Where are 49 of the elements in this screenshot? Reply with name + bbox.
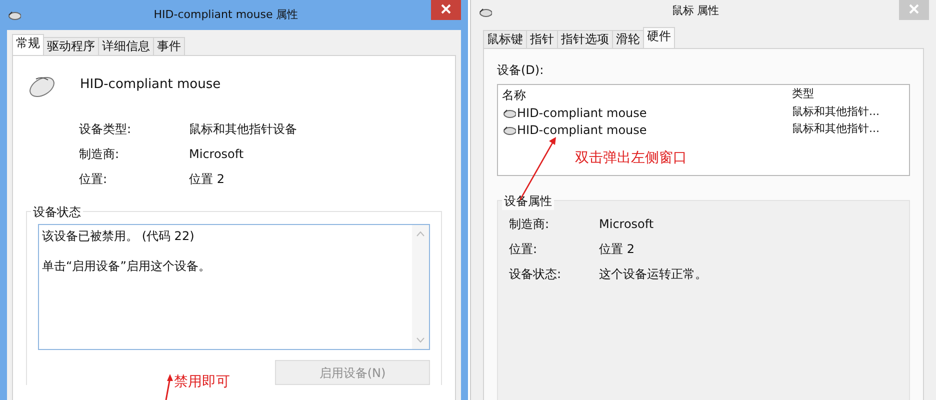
scroll-down-icon[interactable] [416, 337, 425, 343]
property-value: Microsoft [189, 146, 244, 162]
property-value: 位置 2 [599, 240, 634, 258]
annotation-text: 双击弹出左侧窗口 [575, 149, 687, 168]
device-type: 鼠标和其他指针... [791, 121, 880, 138]
column-header: 类型 [791, 86, 815, 102]
property-label: 制造商: [509, 216, 550, 232]
group-label: 设备属性 [502, 192, 554, 210]
close-icon [909, 4, 919, 14]
property-label: 设备类型: [79, 120, 132, 138]
tab[interactable]: 常规 [12, 34, 44, 55]
device-name: HID-compliant mouse [517, 104, 647, 122]
tab[interactable]: 指针 [526, 30, 558, 48]
device-name: HID-compliant mouse [80, 76, 221, 94]
tab[interactable]: 鼠标键 [483, 30, 527, 48]
tab[interactable]: 事件 [153, 37, 185, 55]
property-label: 位置: [79, 170, 108, 188]
device-name: HID-compliant mouse [517, 122, 647, 138]
device-type: 鼠标和其他指针... [791, 104, 880, 120]
column-header: 名称 [501, 86, 527, 104]
property-label: 设备状态: [509, 266, 562, 282]
property-value: 位置 2 [189, 170, 224, 188]
tab[interactable]: 滑轮 [612, 30, 644, 48]
status-text: 该设备已被禁用。 (代码 22) [42, 228, 196, 245]
window-title: HID-compliant mouse 属性 [152, 6, 300, 23]
list-row[interactable]: HID-compliant mouse 鼠标和其他指针... [498, 104, 909, 121]
mouse-icon [7, 10, 21, 20]
list-row[interactable]: HID-compliant mouse 鼠标和其他指针... [498, 121, 909, 138]
annotation-arrow [165, 374, 173, 400]
property-label: 制造商: [79, 146, 120, 162]
status-text: 单击“启用设备”启用这个设备。 [42, 258, 212, 275]
group-label: 设备状态 [31, 203, 83, 221]
tab[interactable]: 指针选项 [557, 30, 613, 48]
property-label: 位置: [509, 240, 538, 258]
tab[interactable]: 硬件 [643, 27, 675, 48]
list-label: 设备(D): [497, 62, 545, 79]
tab[interactable]: 驱动程序 [43, 37, 99, 55]
scroll-up-icon[interactable] [416, 231, 425, 237]
property-value: 鼠标和其他指针设备 [189, 120, 297, 138]
close-icon [441, 4, 451, 14]
property-value: Microsoft [599, 216, 654, 232]
property-value: 这个设备运转正常。 [599, 266, 707, 282]
window-title: 鼠标 属性 [670, 3, 720, 20]
tab[interactable]: 详细信息 [98, 37, 154, 55]
close-button[interactable] [431, 0, 461, 20]
mouse-icon [502, 124, 516, 134]
mouse-icon [502, 108, 516, 118]
mouse-icon [478, 6, 492, 16]
annotation-text: 禁用即可 [174, 373, 230, 392]
